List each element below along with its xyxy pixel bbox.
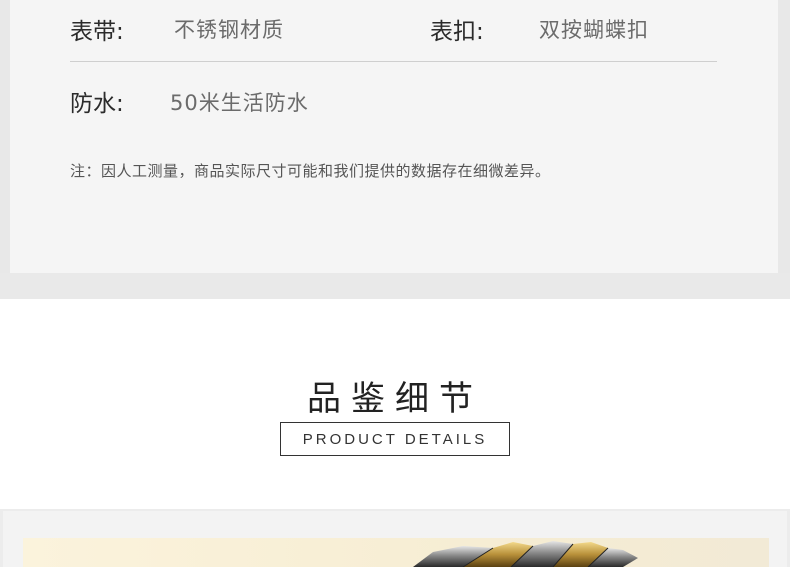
water-value: 50米生活防水 (170, 91, 309, 115)
section-title: 品鉴细节 (307, 379, 483, 419)
clasp-label: 表扣: (430, 19, 484, 45)
spec-card: 表带: 不锈钢材质 表扣: 双按蝴蝶扣 防水: 50米生活防水 注：因人工测量，… (10, 0, 778, 273)
details-section: 品鉴细节 PRODUCT DETAILS (0, 299, 790, 509)
section-gap (0, 273, 790, 299)
watch-bracelet-image (23, 538, 769, 567)
section-subtitle: PRODUCT DETAILS (280, 422, 510, 456)
watch-bracelet-graphic (413, 541, 638, 567)
water-label: 防水: (70, 91, 124, 117)
clasp-value: 双按蝴蝶扣 (539, 18, 649, 42)
detail-image-frame (3, 511, 787, 567)
strap-value: 不锈钢材质 (174, 18, 284, 42)
spec-divider (70, 61, 717, 62)
strap-label: 表带: (70, 19, 124, 45)
detail-image-band (0, 509, 790, 567)
measurement-note: 注：因人工测量，商品实际尺寸可能和我们提供的数据存在细微差异。 (70, 162, 551, 180)
